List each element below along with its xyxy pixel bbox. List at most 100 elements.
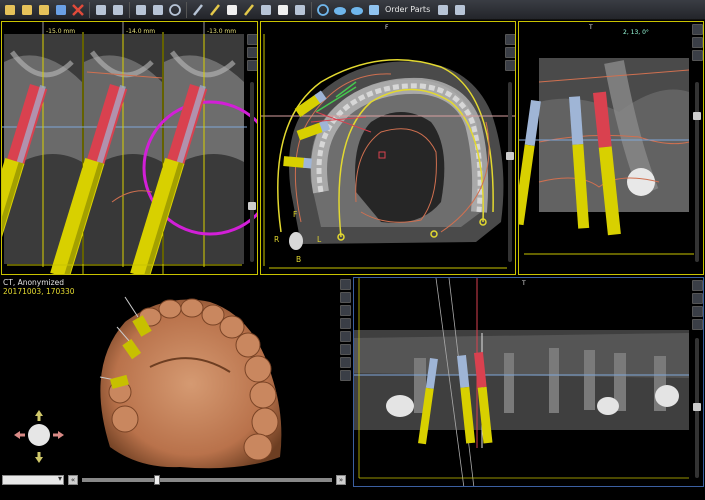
cross-section-panel[interactable]: -15.0 mm -14.0 mm -13.0 mm (1, 21, 258, 275)
panoramic-scrollbar[interactable] (693, 338, 701, 478)
volume-bottom-bar: « » (2, 474, 352, 486)
cart-button[interactable] (366, 2, 382, 18)
redo-button[interactable] (110, 2, 126, 18)
main-toolbar: Order Parts (0, 0, 705, 20)
redo-icon (113, 4, 123, 15)
measure-button[interactable] (190, 2, 206, 18)
ruler-button[interactable] (258, 2, 274, 18)
order-parts-label[interactable]: Order Parts (385, 5, 430, 14)
volume-slider[interactable] (82, 475, 332, 485)
open-file-button[interactable] (19, 2, 35, 18)
toolbar-separator (311, 1, 312, 18)
rotate-button[interactable] (315, 2, 331, 18)
slider-knob[interactable] (154, 475, 160, 485)
layout-icon (136, 4, 146, 15)
tangential-top-label: T (589, 24, 593, 31)
tool-button[interactable] (339, 344, 351, 355)
layout-button[interactable] (133, 2, 149, 18)
tangential-scrollbar[interactable] (693, 82, 701, 262)
implant-icon (244, 3, 254, 16)
protractor-button[interactable] (452, 2, 468, 18)
tangential-readout: 2, 13, 0° (623, 29, 649, 36)
tool-button[interactable] (339, 331, 351, 342)
open-file-icon (22, 4, 32, 15)
panoramic-top-label: T (522, 280, 526, 287)
new-file-icon (5, 4, 15, 15)
tool-button[interactable] (339, 357, 351, 368)
tool-button[interactable] (691, 293, 703, 304)
orientation-widget[interactable] (14, 410, 64, 463)
tangential-side-tools (691, 24, 703, 61)
tool-button[interactable] (246, 34, 257, 45)
tangential-panel[interactable]: 2, 13, 0° T (518, 21, 704, 275)
tool-button[interactable] (246, 60, 257, 71)
protractor-icon (455, 4, 466, 15)
axial-label-left: L (317, 235, 322, 244)
toolbar-separator (186, 1, 187, 18)
tool-button[interactable] (691, 306, 703, 317)
teeth-chart-button[interactable] (275, 2, 291, 18)
pencil-icon (210, 3, 220, 16)
tool-button[interactable] (504, 47, 515, 58)
cross-section-views (2, 22, 257, 274)
tooth-icon (227, 4, 237, 15)
tooth-button[interactable] (224, 2, 240, 18)
rotate-icon (317, 3, 329, 16)
undo-button[interactable] (93, 2, 109, 18)
scroll-thumb[interactable] (693, 403, 701, 411)
tool-button[interactable] (504, 60, 515, 71)
tool-button[interactable] (691, 24, 703, 35)
tool-button[interactable] (339, 305, 351, 316)
implant-tan-1[interactable] (519, 100, 541, 226)
render-mode-select[interactable] (2, 474, 64, 485)
tool-button[interactable] (339, 370, 351, 381)
scroll-thumb[interactable] (693, 112, 701, 120)
toolbar-separator (129, 1, 130, 18)
tool-button[interactable] (339, 279, 351, 290)
axial-side-tools (504, 34, 515, 71)
zoom-button[interactable] (167, 2, 183, 18)
teeth-chart-icon (278, 4, 288, 15)
pencil-button[interactable] (207, 2, 223, 18)
axial-label-right: R (274, 235, 280, 244)
scroll-thumb[interactable] (248, 202, 256, 210)
toolbar-separator (89, 1, 90, 18)
tool-button[interactable] (504, 34, 515, 45)
image-color-icon (295, 4, 305, 15)
axial-panel[interactable]: F R L B F (260, 21, 516, 275)
cloud-up-button[interactable] (332, 2, 348, 18)
cloud-down-button[interactable] (349, 2, 365, 18)
volume-3d-panel[interactable]: CT, Anonymized 20171003, 170330 (0, 277, 352, 487)
next-button[interactable]: » (336, 475, 346, 485)
new-file-button[interactable] (2, 2, 18, 18)
export-button[interactable] (150, 2, 166, 18)
slice-label-1: -15.0 mm (46, 28, 76, 35)
tool-button[interactable] (246, 47, 257, 58)
tool-button[interactable] (691, 319, 703, 330)
cloud-down-icon (351, 6, 363, 15)
volume-3d-view (14, 296, 282, 469)
open-folder-button[interactable] (36, 2, 52, 18)
axial-scrollbar[interactable] (506, 82, 514, 262)
cross-section-scrollbar[interactable] (248, 82, 256, 262)
cross-section-side-tools (246, 34, 257, 71)
tool-button[interactable] (691, 50, 703, 61)
axial-label-front: F (293, 210, 298, 219)
panoramic-panel[interactable]: T (353, 277, 704, 487)
axial-label-back: B (296, 255, 302, 264)
tool-button[interactable] (691, 37, 703, 48)
cloud-up-icon (334, 6, 346, 15)
implant-button[interactable] (241, 2, 257, 18)
save-icon (56, 4, 66, 15)
scroll-thumb[interactable] (506, 152, 514, 160)
tool-button[interactable] (339, 318, 351, 329)
tool-button[interactable] (691, 280, 703, 291)
ruler-icon (261, 4, 271, 15)
previous-button[interactable]: « (68, 475, 78, 485)
slice-label-2: -14.0 mm (126, 28, 156, 35)
ruler-scale-button[interactable] (435, 2, 451, 18)
image-color-button[interactable] (292, 2, 308, 18)
close-button[interactable] (70, 2, 86, 18)
tool-button[interactable] (339, 292, 351, 303)
save-button[interactable] (53, 2, 69, 18)
